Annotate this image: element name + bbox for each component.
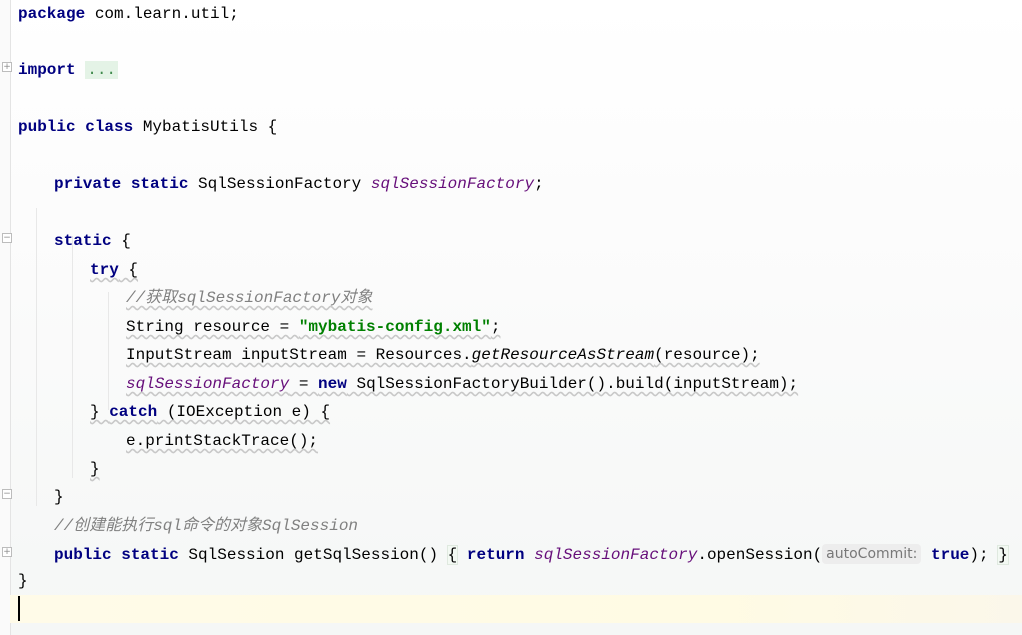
open-session-call: .openSession( bbox=[697, 546, 823, 564]
keyword: true bbox=[931, 546, 970, 564]
field-name: sqlSessionFactory bbox=[126, 375, 290, 393]
keyword: private static bbox=[54, 175, 189, 193]
catch-params: (IOException e) { bbox=[157, 403, 331, 421]
keyword: new bbox=[318, 375, 347, 393]
call-end: ); bbox=[969, 546, 989, 564]
code-line-static[interactable]: static { bbox=[54, 227, 131, 255]
fold-collapse-icon[interactable]: − bbox=[2, 233, 12, 243]
class-name: MybatisUtils { bbox=[133, 118, 278, 136]
keyword: public static bbox=[54, 546, 179, 564]
code-line-printstack[interactable]: e.printStackTrace(); bbox=[126, 427, 318, 455]
indent-guide bbox=[108, 292, 109, 410]
inputstream-decl: InputStream inputStream = Resources. bbox=[126, 346, 472, 364]
keyword: import bbox=[18, 61, 76, 79]
close-brace: } bbox=[90, 460, 100, 478]
code-line-assign[interactable]: sqlSessionFactory = new SqlSessionFactor… bbox=[126, 370, 798, 398]
field-name: sqlSessionFactory bbox=[370, 175, 535, 193]
string-literal: "mybatis-config.xml" bbox=[298, 318, 491, 336]
code-line-comment[interactable]: //获取sqlSessionFactory对象 bbox=[126, 284, 372, 312]
open-brace: { bbox=[111, 232, 131, 250]
open-brace: { bbox=[118, 261, 139, 279]
method-args: (resource); bbox=[654, 346, 760, 364]
keyword: return bbox=[466, 546, 525, 564]
code-line-package[interactable]: package com.learn.util; bbox=[18, 0, 239, 28]
method-signature: SqlSession getSqlSession() bbox=[178, 546, 448, 564]
keyword: try bbox=[90, 261, 119, 279]
editor-gutter: + − − + bbox=[0, 0, 12, 635]
close-brace: } bbox=[18, 572, 28, 590]
code-line-comment2[interactable]: //创建能执行sql命令的对象SqlSession bbox=[54, 512, 358, 540]
code-line-method[interactable]: public static SqlSession getSqlSession()… bbox=[54, 541, 1009, 569]
code-line-import[interactable]: import ... bbox=[18, 56, 119, 84]
code-line-field[interactable]: private static SqlSessionFactory sqlSess… bbox=[54, 170, 544, 198]
close-brace: } bbox=[54, 488, 64, 506]
keyword: package bbox=[18, 5, 86, 23]
code-line-class[interactable]: public class MybatisUtils { bbox=[18, 113, 277, 141]
fold-expand-icon[interactable]: + bbox=[2, 62, 12, 72]
close-brace: } bbox=[997, 545, 1009, 565]
indent-guide bbox=[36, 208, 37, 506]
field-name: sqlSessionFactory bbox=[534, 546, 698, 564]
builder-call: SqlSessionFactoryBuilder().build(inputSt… bbox=[346, 375, 799, 393]
close-brace: } bbox=[90, 403, 110, 421]
field-type: SqlSessionFactory bbox=[188, 175, 371, 193]
code-line-resource[interactable]: String resource = "mybatis-config.xml"; bbox=[126, 313, 500, 341]
comment: //获取sqlSessionFactory对象 bbox=[126, 289, 373, 307]
package-name: com.learn.util; bbox=[85, 5, 239, 23]
indent-guide bbox=[72, 236, 73, 478]
code-line-catch[interactable]: } catch (IOException e) { bbox=[90, 398, 330, 426]
keyword: public class bbox=[18, 118, 134, 136]
semicolon: ; bbox=[490, 318, 501, 336]
code-line-class-close[interactable]: } bbox=[18, 567, 28, 595]
parameter-hint: autoCommit: bbox=[822, 544, 922, 564]
code-line-static-close[interactable]: } bbox=[54, 483, 64, 511]
code-line-try-close[interactable]: } bbox=[90, 455, 100, 483]
static-method: getResourceAsStream bbox=[471, 346, 655, 364]
keyword: catch bbox=[109, 403, 158, 421]
operator: = bbox=[289, 375, 319, 393]
keyword: static bbox=[54, 232, 112, 250]
code-line-inputstream[interactable]: InputStream inputStream = Resources.getR… bbox=[126, 341, 760, 369]
resource-decl: String resource = bbox=[126, 318, 299, 336]
print-stack-call: e.printStackTrace(); bbox=[126, 432, 319, 450]
semicolon: ; bbox=[534, 175, 544, 193]
comment: //创建能执行sql命令的对象SqlSession bbox=[54, 517, 359, 535]
code-line-try[interactable]: try { bbox=[90, 256, 138, 284]
folded-imports[interactable]: ... bbox=[85, 61, 119, 79]
open-brace: { bbox=[446, 545, 459, 565]
code-editor[interactable]: package com.learn.util; import ... publi… bbox=[18, 0, 1022, 635]
fold-end-icon[interactable]: − bbox=[2, 489, 12, 499]
text-caret bbox=[18, 596, 20, 621]
fold-expand-icon[interactable]: + bbox=[2, 547, 12, 557]
